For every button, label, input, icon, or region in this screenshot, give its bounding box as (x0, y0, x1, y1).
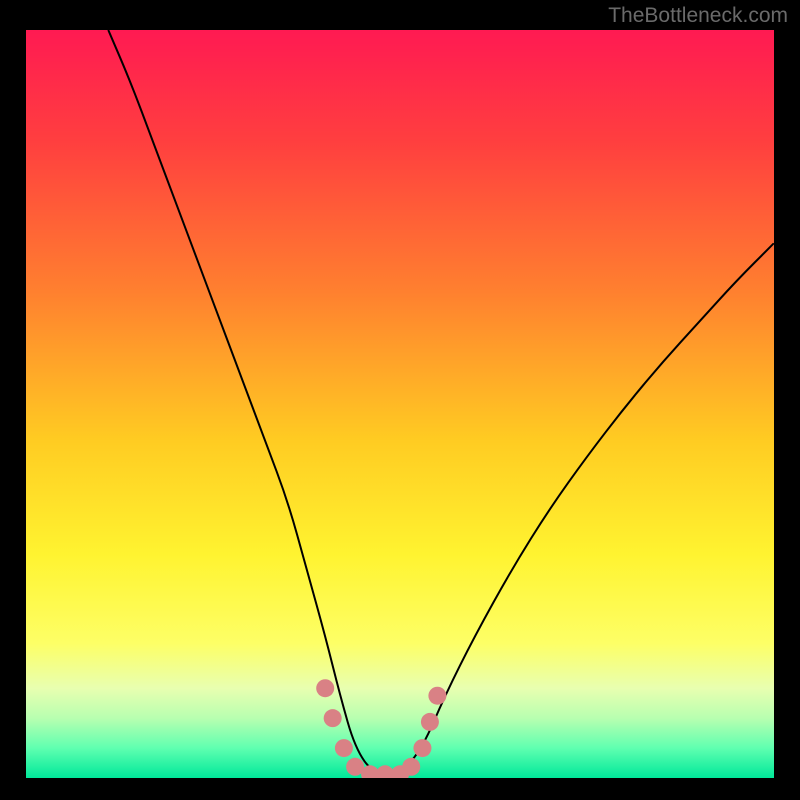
chart-stage: TheBottleneck.com (0, 0, 800, 800)
plot-background (26, 30, 774, 778)
pink-dot (316, 679, 334, 697)
pink-dot (413, 739, 431, 757)
pink-dot (402, 758, 420, 776)
pink-dot (421, 713, 439, 731)
pink-dot (428, 687, 446, 705)
pink-dot (335, 739, 353, 757)
plot-svg (0, 0, 800, 800)
pink-dot (324, 709, 342, 727)
watermark-label: TheBottleneck.com (608, 4, 788, 28)
